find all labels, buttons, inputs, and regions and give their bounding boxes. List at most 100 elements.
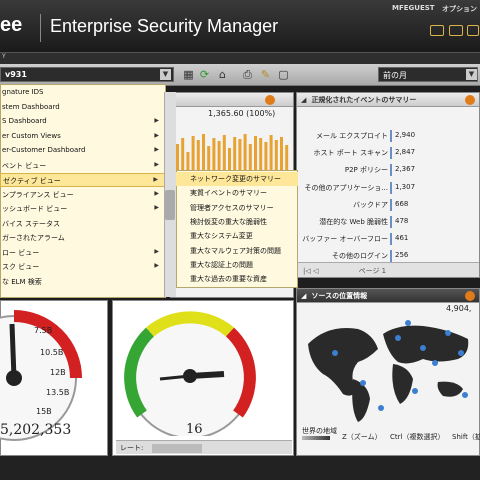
menu-item[interactable]: er Custom Views ▶ bbox=[0, 130, 165, 144]
menu-item-label: ベント ビュー bbox=[2, 161, 47, 170]
map-location-dot[interactable] bbox=[332, 350, 338, 356]
submenu-item[interactable]: ネットワーク変更のサマリー bbox=[176, 172, 298, 186]
submenu-item[interactable]: 重大なシステム変更 bbox=[176, 229, 298, 243]
gauge1-tick: 12B bbox=[50, 368, 66, 377]
event-row[interactable]: P2P ポリシー 2,367 bbox=[300, 162, 478, 178]
event-row[interactable]: 潜在的な Web 脆弱性 478 bbox=[300, 214, 478, 230]
chevron-right-icon: ▶ bbox=[154, 204, 159, 211]
mini-bar bbox=[259, 138, 263, 174]
map-location-dot[interactable] bbox=[412, 388, 418, 394]
submenu-item[interactable]: 重大なマルウェア対策の問題 bbox=[176, 244, 298, 258]
chevron-right-icon: ▶ bbox=[154, 131, 159, 139]
multi-select-hint: Ctrl（複数選択） bbox=[390, 433, 445, 441]
menu-item[interactable]: スク ビュー ▶ bbox=[0, 260, 165, 274]
legend-scale bbox=[302, 436, 330, 440]
mini-bar bbox=[274, 140, 278, 174]
panel-options-icon[interactable] bbox=[465, 95, 475, 105]
menu-item-label: ロー ビュー bbox=[2, 248, 40, 257]
menu-item[interactable]: stem Dashboard bbox=[0, 101, 165, 115]
map-location-dot[interactable] bbox=[378, 405, 384, 411]
submenu-item[interactable]: 検討仮変の重大な脆弱性 bbox=[176, 215, 298, 229]
menu-item[interactable]: バイス ステータス bbox=[0, 217, 165, 231]
options-link[interactable]: オプション bbox=[442, 4, 477, 14]
menu-item[interactable]: ンプライアンス ビュー ▶ bbox=[0, 188, 165, 202]
device-select[interactable]: v931 bbox=[0, 67, 174, 82]
event-value: 1,307 bbox=[395, 182, 416, 191]
map-location-dot[interactable] bbox=[395, 335, 401, 341]
event-row[interactable]: その他のアプリケーショ... 1,307 bbox=[300, 180, 478, 196]
menu-item[interactable]: ベント ビュー ▶ bbox=[0, 159, 165, 173]
user-label[interactable]: MFEGUEST bbox=[392, 4, 435, 12]
menu-item[interactable]: ッシュボード ビュー ▶ bbox=[0, 202, 165, 216]
menu-item[interactable]: gnature IDS bbox=[0, 86, 165, 100]
subbar-text: Y bbox=[2, 53, 6, 60]
mini-bar bbox=[254, 136, 257, 174]
report-icon[interactable] bbox=[467, 25, 479, 36]
menu-item[interactable]: ゼクティブ ビュー ▶ bbox=[0, 173, 165, 187]
chevron-right-icon: ▶ bbox=[154, 117, 159, 124]
user-icon[interactable] bbox=[449, 25, 463, 36]
extend-hint: Shift（拡 bbox=[452, 433, 480, 441]
refresh-icon[interactable]: ⟳ bbox=[198, 68, 211, 81]
map-location-dot[interactable] bbox=[360, 380, 366, 386]
menu-item[interactable]: er-Customer Dashboard ▶ bbox=[0, 144, 165, 158]
menu-item[interactable]: ガーされたアラーム bbox=[0, 231, 165, 245]
menu-item-label: S Dashboard bbox=[2, 117, 47, 125]
mini-bar bbox=[191, 136, 195, 174]
map-location-dot[interactable] bbox=[462, 392, 468, 398]
map-location-dot[interactable] bbox=[458, 350, 464, 356]
submenu-item[interactable]: 実質イベントのサマリー bbox=[176, 186, 298, 200]
home-icon[interactable]: ⌂ bbox=[216, 68, 229, 81]
map-location-dot[interactable] bbox=[445, 330, 451, 336]
event-label: P2P ポリシー bbox=[344, 166, 388, 175]
map-location-dot[interactable] bbox=[420, 345, 426, 351]
event-row[interactable]: バックドア 668 bbox=[300, 197, 478, 213]
event-value: 256 bbox=[395, 251, 409, 260]
gauge2-footer: レート: bbox=[116, 440, 292, 454]
map-panel-title: ソースの位置情報 bbox=[311, 292, 368, 300]
rate-field[interactable] bbox=[151, 443, 202, 453]
submenu-item[interactable]: 重大な過去の重要な資産 bbox=[176, 272, 298, 286]
collapse-icon[interactable]: ◢ bbox=[301, 292, 309, 300]
event-row[interactable]: ホスト ポート スキャン 2,847 bbox=[300, 145, 478, 161]
event-row[interactable]: バッファー オーバーフロー 461 bbox=[300, 231, 478, 247]
logo-divider bbox=[40, 14, 41, 42]
panel-options-icon[interactable] bbox=[465, 291, 475, 301]
mini-bar bbox=[212, 138, 216, 174]
menu-item[interactable]: S Dashboard ▶ bbox=[0, 115, 165, 129]
submenu-item[interactable]: 重大な認証上の問題 bbox=[176, 258, 298, 272]
map-legend: 世界の地域 bbox=[302, 427, 337, 435]
event-row[interactable]: メール エクスプロイト 2,940 bbox=[300, 128, 478, 144]
submenu-item[interactable]: 管理者アクセスのサマリー bbox=[176, 201, 298, 215]
period-select[interactable]: 前の月 bbox=[378, 67, 478, 82]
menu-scroll-thumb[interactable] bbox=[165, 190, 175, 220]
menu-item[interactable]: な ELM 検索 bbox=[0, 275, 165, 289]
collapse-icon[interactable]: ◢ bbox=[301, 96, 309, 104]
menu-item-label: スク ビュー bbox=[2, 263, 40, 271]
event-label: ホスト ポート スキャン bbox=[313, 149, 388, 158]
gauge1-reading: 5,202,353 bbox=[0, 422, 72, 438]
map-location-dot[interactable] bbox=[405, 320, 411, 326]
mini-bar bbox=[222, 135, 226, 174]
window-icon[interactable]: ▢ bbox=[277, 68, 290, 81]
chevron-down-icon[interactable]: ▼ bbox=[160, 69, 171, 80]
menu-item-label: ッシュボード ビュー bbox=[2, 205, 68, 213]
world-map[interactable] bbox=[298, 304, 478, 424]
map-location-dot[interactable] bbox=[432, 360, 438, 366]
panel-options-icon[interactable] bbox=[265, 95, 275, 105]
pager: |◁ ◁ ページ 1 bbox=[297, 262, 479, 277]
chevron-down-icon[interactable]: ▼ bbox=[466, 69, 477, 80]
chevron-right-icon: ▶ bbox=[154, 189, 159, 197]
first-page-icon[interactable]: |◁ ◁ bbox=[303, 267, 318, 275]
event-label: その他のログイン bbox=[332, 252, 388, 261]
grid-view-icon[interactable] bbox=[430, 25, 444, 36]
print-icon[interactable]: ⎙ bbox=[241, 68, 254, 81]
mini-bar bbox=[269, 135, 273, 174]
edit-icon[interactable]: ✎ bbox=[259, 68, 272, 81]
event-bar bbox=[390, 216, 392, 228]
menu-item[interactable]: ロー ビュー ▶ bbox=[0, 246, 165, 260]
chevron-right-icon: ▶ bbox=[154, 160, 159, 168]
grid-icon[interactable]: ▦ bbox=[182, 68, 195, 81]
gauge1-tick: 10.5B bbox=[40, 348, 64, 357]
menu-item-label: バイス ステータス bbox=[2, 219, 61, 228]
